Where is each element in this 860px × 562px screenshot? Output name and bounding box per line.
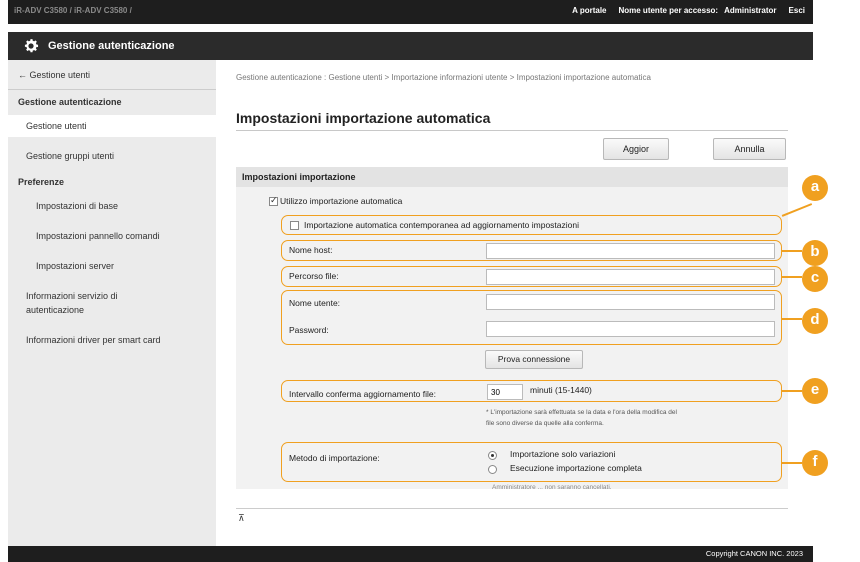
cancel-button[interactable]: Annulla	[713, 138, 786, 160]
obscured-note: Amministratore ... non saranno cancellat…	[492, 484, 612, 491]
sidebar-divider	[8, 89, 216, 90]
sidebar-item-driver-label: Informazioni driver per smart card	[26, 335, 161, 345]
callout-b-connector	[782, 250, 802, 252]
sidebar-item-panel-label: Impostazioni pannello comandi	[36, 231, 160, 241]
interval-note-line1: * L'importazione sarà effettuata se la d…	[486, 409, 677, 416]
callout-badge-a: a	[802, 175, 828, 201]
callout-badge-c: c	[802, 266, 828, 292]
callout-a-outline	[281, 215, 782, 235]
top-bar-links: A portale Nome utente per accesso: Admin…	[572, 6, 805, 15]
callout-d-connector	[782, 318, 802, 320]
device-name: iR-ADV C3580 / iR-ADV C3580 /	[14, 6, 132, 15]
breadcrumb: Gestione autenticazione : Gestione utent…	[236, 73, 651, 82]
gear-icon	[24, 39, 39, 53]
section-title: Impostazioni importazione	[242, 172, 356, 182]
sidebar-item-service-info-line1: Informazioni servizio di	[26, 291, 118, 301]
update-button[interactable]: Aggior	[603, 138, 669, 160]
callout-b-outline	[281, 240, 782, 261]
sidebar-item-users[interactable]: Gestione utenti	[8, 115, 216, 137]
sidebar-section-auth-label: Gestione autenticazione	[18, 97, 122, 107]
sidebar-back-label: ← Gestione utenti	[18, 70, 91, 80]
callout-d-outline	[281, 290, 782, 345]
sidebar-section-pref-label: Preferenze	[18, 177, 65, 187]
callout-badge-e: e	[802, 378, 828, 404]
callout-f-outline	[281, 442, 782, 482]
user-label: Nome utente per accesso:	[618, 6, 719, 15]
callout-f-connector	[782, 462, 802, 464]
sidebar-item-groups-label: Gestione gruppi utenti	[26, 151, 115, 161]
callout-c-outline	[281, 266, 782, 287]
callout-badge-b: b	[802, 240, 828, 266]
sidebar-item-users-label: Gestione utenti	[26, 121, 87, 131]
portal-link[interactable]: A portale	[572, 6, 606, 15]
sidebar-item-basic-label: Impostazioni di base	[36, 201, 119, 211]
user-name: Administrator	[724, 6, 777, 15]
copyright: Copyright CANON INC. 2023	[705, 549, 803, 558]
scroll-to-top-icon[interactable]: ⊼	[238, 513, 245, 524]
test-connection-button[interactable]: Prova connessione	[485, 350, 583, 369]
callout-e-outline	[281, 380, 782, 402]
callout-badge-f: f	[802, 450, 828, 476]
interval-note: * L'importazione sarà effettuata se la d…	[486, 407, 786, 429]
logout-link[interactable]: Esci	[789, 6, 805, 15]
settings-panel-header: Impostazioni importazione	[236, 167, 788, 187]
footer: Copyright CANON INC. 2023	[8, 546, 813, 562]
interval-note-line2: file sono diverse da quelle alla conferm…	[486, 420, 604, 427]
app-title: Gestione autenticazione	[48, 40, 175, 52]
title-bar: Gestione autenticazione	[8, 32, 813, 60]
use-auto-import-checkbox[interactable]	[269, 195, 278, 206]
use-auto-import-label: Utilizzo importazione automatica	[280, 196, 403, 206]
page-title: Impostazioni importazione automatica	[236, 110, 491, 126]
sidebar-item-service-info-line2: autenticazione	[26, 305, 85, 315]
panel-bottom-divider	[236, 508, 788, 509]
callout-badge-d: d	[802, 308, 828, 334]
title-divider	[236, 130, 788, 131]
top-bar: iR-ADV C3580 / iR-ADV C3580 / A portale …	[8, 0, 813, 24]
callout-e-connector	[782, 390, 802, 392]
callout-c-connector	[782, 276, 802, 278]
sidebar-item-server-label: Impostazioni server	[36, 261, 115, 271]
